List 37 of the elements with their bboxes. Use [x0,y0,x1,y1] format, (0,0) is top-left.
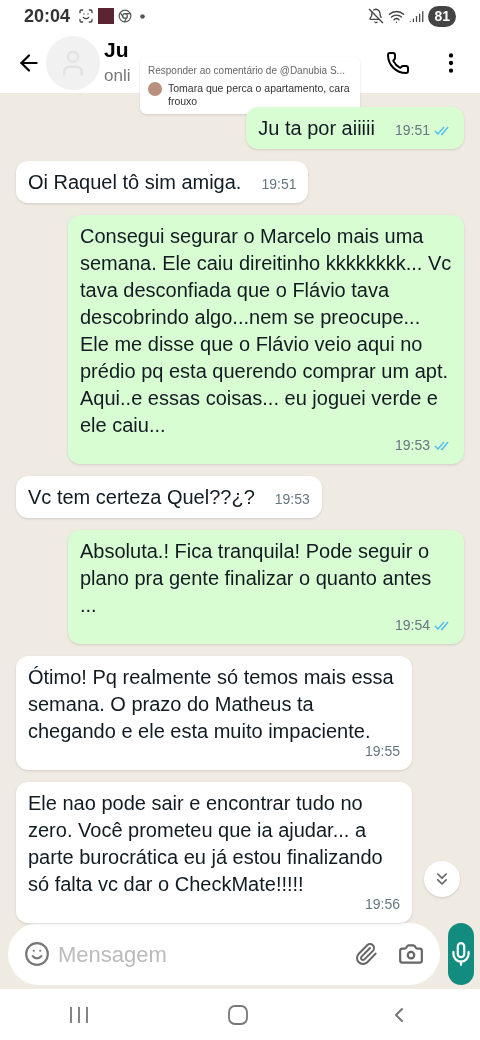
message-time: 19:51 [261,175,297,195]
screenshot-icon [78,8,95,25]
mute-icon [368,8,385,25]
reply-title: Responder ao comentário de @Danubia S... [148,63,346,78]
contact-status: onli [104,65,131,88]
home-icon[interactable] [227,1003,249,1026]
message-time: 19:54 [394,616,430,636]
message-time: 19:53 [394,436,430,456]
browser-icon [118,9,133,24]
message-text: Consegui segurar o Marcelo mais uma semana. Ele caiu direitinho kkkkkkkk... Vc tava desconfiada que o Flávio tava descobrindo algo...nem se preocupe... Ele me disse que o Flávio veio aqui no prédio pq esta querendo comprar um apt. Aqui..e essas coisas... eu joguei verde e ele caiu... [80,225,452,437]
message-text: Vc tem certeza Quel??¿? [28,485,255,511]
message-input[interactable]: Mensagem [8,923,440,986]
emoji-icon[interactable] [24,941,50,968]
message-field[interactable]: Mensagem [58,937,346,971]
commenter-avatar-icon [148,81,162,96]
message-text: Ele nao pode sair e encontrar tudo no zero. Você prometeu que ia ajudar... a parte burocrática eu já estou finalizando só falta vc dar o CheckMate!!!!! [28,792,383,896]
reply-comment: Tomara que perca o apartamento, cara frouxo [168,81,351,108]
message-text: Absoluta.! Fica tranquila! Pode seguir o plano pra gente finalizar o quanto antes ... [80,540,432,617]
message-text: Ju ta por aiiiii [258,116,375,142]
signal-icon [409,8,425,24]
avatar-icon [46,36,100,90]
message-time: 19:53 [274,490,310,510]
message-time: 19:55 [364,742,400,762]
status-time: 20:04 [24,4,71,28]
attach-icon[interactable] [354,942,378,967]
message-text: Ótimo! Pq realmente só temos mais essa semana. O prazo do Matheus ta chegando e ele esta muito impaciente. [28,666,394,743]
message-time: 19:51 [394,121,430,141]
thumbnail-icon [98,8,115,25]
phone-icon[interactable] [386,51,410,75]
mic-button[interactable] [448,923,474,986]
message-text: Oi Raquel tô sim amiga. [28,170,242,196]
dot-icon [140,13,146,19]
recent-apps-icon[interactable] [69,1005,89,1024]
message-time: 19:56 [364,895,400,915]
contact-name: Ju [104,37,130,64]
battery-level: 81 [428,5,456,27]
scroll-down-button[interactable] [424,861,460,898]
